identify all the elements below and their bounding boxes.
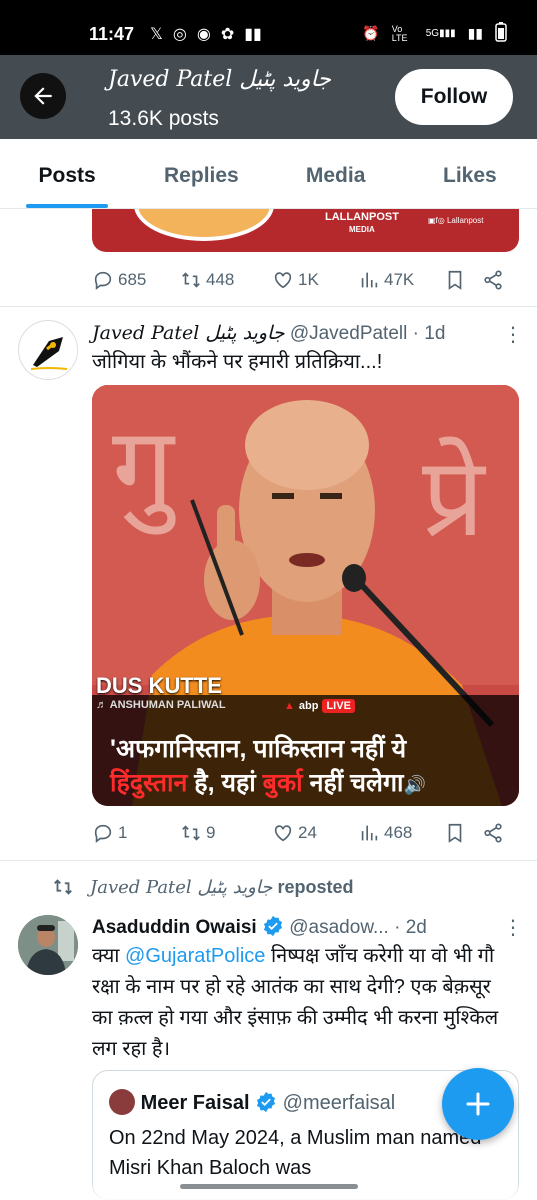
chrome-icon: ◉: [196, 26, 211, 43]
bookmark-icon: [448, 270, 462, 290]
post-actions: 685 448 1K 47K: [92, 265, 512, 295]
plus-icon: [466, 1092, 490, 1116]
avatar[interactable]: [18, 915, 78, 975]
quote-avatar: [109, 1089, 135, 1115]
signal-bars-icon: ▮▮: [244, 26, 262, 43]
repost-icon: [54, 879, 72, 895]
post-time: · 1d: [412, 323, 446, 344]
views-icon: [361, 272, 378, 288]
media-brand: LALLANPOST MEDIA: [325, 211, 399, 234]
repost-button[interactable]: 448: [180, 269, 272, 291]
views-button[interactable]: 468: [358, 822, 444, 844]
reply-icon: [94, 824, 112, 843]
arrow-left-icon: [34, 87, 52, 105]
post-header: Asaduddin Owaisi @asadow... · 2d: [92, 915, 427, 939]
quote-header: Meer Faisal @meerfaisal: [109, 1089, 395, 1115]
views-icon: [361, 825, 378, 841]
like-button[interactable]: 24: [272, 822, 358, 844]
repost-icon: [182, 825, 200, 841]
post-handle[interactable]: @JavedPatell: [290, 323, 408, 344]
posts-count: 13.6K posts: [108, 107, 219, 130]
post-header: Javed Patel جاوید پٹیل @JavedPatell · 1d: [92, 322, 445, 345]
profile-name: Javed Patel جاوید پٹیل: [108, 67, 331, 92]
tab-likes[interactable]: Likes: [403, 139, 537, 208]
share-icon: [484, 270, 502, 290]
post-author[interactable]: Javed Patel جاوید پٹیل: [92, 322, 285, 344]
volte-icon: Vo LTE: [391, 23, 408, 43]
signal-icon: ▮▮: [467, 25, 483, 41]
caption-line-2: हिंदुस्तान है, यहां बुर्का नहीं चलेगा🔊: [110, 769, 426, 797]
reply-button[interactable]: 1: [92, 822, 180, 844]
post-text: क्या @GujaratPolice निष्पक्ष जाँच करेगी …: [92, 945, 499, 1060]
mention-link[interactable]: @GujaratPolice: [125, 945, 265, 967]
bookmark-button[interactable]: [444, 822, 482, 844]
svg-text:प्रे: प्रे: [422, 433, 487, 561]
channel-badge: ▲ abp LIVE: [284, 699, 355, 713]
share-button[interactable]: [482, 822, 504, 844]
status-time: 11:47: [89, 24, 135, 44]
divider: [0, 306, 537, 307]
post-media-image[interactable]: LALLANPOST MEDIA ▣f◎ Lallanpost: [92, 209, 519, 252]
bookmark-button[interactable]: [444, 269, 482, 291]
verified-badge-icon: [257, 1091, 276, 1113]
post-author[interactable]: Asaduddin Owaisi: [92, 917, 257, 938]
heart-icon: [274, 825, 292, 842]
battery-icon: [495, 22, 507, 45]
post-actions: 1 9 24 468: [92, 818, 512, 848]
reply-icon: [94, 271, 112, 290]
repost-icon: [182, 272, 200, 288]
heart-icon: [274, 272, 292, 289]
repost-indicator: Javed Patel جاوید پٹیل reposted: [52, 876, 353, 898]
bookmark-icon: [448, 823, 462, 843]
media-brand-handle: ▣f◎ Lallanpost: [428, 216, 484, 225]
x-icon: 𝕏: [150, 26, 163, 43]
divider: [0, 860, 537, 861]
5g-icon: 5G▮▮▮: [425, 28, 456, 39]
back-button[interactable]: [20, 73, 66, 119]
caption-line-1: 'अफगानिस्तान, पाकिस्तान नहीं ये: [110, 735, 407, 763]
status-bar: 11:47 𝕏 ◎ ◉ ✿ ▮▮ ⏰ Vo LTE 5G▮▮▮ ▮▮: [0, 0, 537, 55]
song-artist: ♬ ANSHUMAN PALIWAL: [96, 699, 226, 711]
tab-posts[interactable]: Posts: [0, 139, 134, 208]
share-button[interactable]: [482, 269, 504, 291]
svg-text:गु: गु: [112, 403, 176, 535]
avatar[interactable]: [18, 320, 78, 380]
compose-post-button[interactable]: [442, 1068, 514, 1140]
quote-author: Meer Faisal: [140, 1092, 250, 1114]
pen-nib-logo-icon: [20, 322, 77, 379]
follow-button[interactable]: Follow: [395, 69, 513, 125]
tab-replies[interactable]: Replies: [134, 139, 268, 208]
song-title: DUS KUTTE: [96, 673, 222, 698]
post-text: जोगिया के भौंकने पर हमारी प्रतिक्रिया...…: [92, 351, 383, 373]
like-button[interactable]: 1K: [272, 269, 358, 291]
repost-button[interactable]: 9: [180, 822, 272, 844]
post-time: · 2d: [394, 917, 427, 938]
speaker-icon[interactable]: 🔊: [404, 775, 426, 795]
profile-header: Javed Patel جاوید پٹیل 13.6K posts Follo…: [0, 55, 537, 139]
quote-text: On 22nd May 2024, a Muslim man named Mis…: [109, 1127, 482, 1179]
quote-handle: @meerfaisal: [282, 1092, 396, 1114]
more-options-button[interactable]: ⋮: [503, 322, 523, 347]
instagram-icon: ◎: [172, 26, 187, 43]
person-photo: [18, 915, 78, 975]
more-options-button[interactable]: ⋮: [503, 915, 523, 940]
fade-overlay: [0, 1180, 537, 1200]
views-button[interactable]: 47K: [358, 269, 444, 291]
photo-face: [134, 209, 274, 241]
tab-media[interactable]: Media: [269, 139, 403, 208]
gesture-bar[interactable]: [180, 1184, 358, 1189]
post-media-image[interactable]: गु प्रे DUS KUTTE ♬ ANSHUMAN PALIWAL ▲ ab…: [92, 385, 519, 806]
verified-badge-icon: [263, 915, 283, 937]
profile-tabs: Posts Replies Media Likes: [0, 139, 537, 209]
share-icon: [484, 823, 502, 843]
reply-button[interactable]: 685: [92, 269, 180, 291]
app-icon: ✿: [220, 26, 235, 43]
post-handle[interactable]: @asadow...: [289, 917, 389, 938]
alarm-icon: ⏰: [362, 25, 380, 41]
